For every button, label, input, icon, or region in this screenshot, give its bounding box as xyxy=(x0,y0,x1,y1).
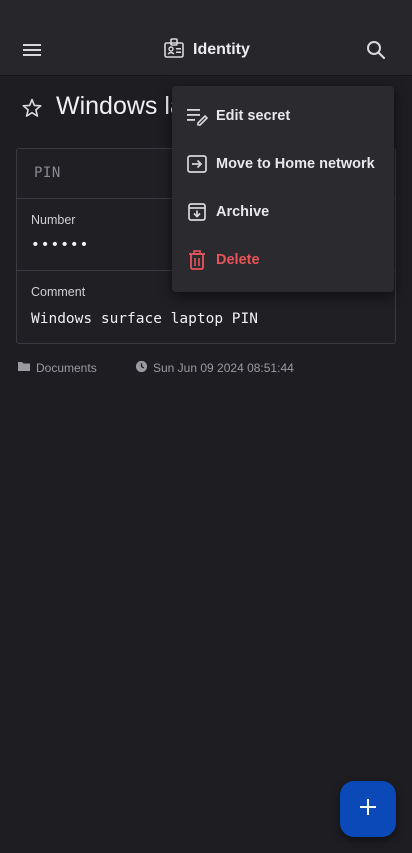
number-field-value[interactable]: •••••• xyxy=(31,237,89,253)
hamburger-menu-icon[interactable] xyxy=(16,34,48,66)
number-field-label: Number xyxy=(31,213,76,227)
plus-icon xyxy=(358,797,378,822)
menu-item-delete[interactable]: Delete xyxy=(172,236,394,284)
menu-item-move-to-home-network[interactable]: Move to Home network xyxy=(172,140,394,188)
modified-time-info: Sun Jun 09 2024 08:51:44 xyxy=(135,360,294,376)
trash-icon xyxy=(186,249,208,271)
search-icon[interactable] xyxy=(360,34,392,66)
comment-field-label: Comment xyxy=(31,285,86,299)
app-title-text: Identity xyxy=(193,41,250,58)
app-root: Identity Windows laptop PIN PIN Number •… xyxy=(0,0,412,853)
menu-item-archive[interactable]: Archive xyxy=(172,188,394,236)
menu-item-label: Move to Home network xyxy=(216,156,375,172)
folder-info[interactable]: Documents xyxy=(17,360,97,375)
secret-actions-menu: Edit secret Move to Home network Archive… xyxy=(172,86,394,292)
archive-icon xyxy=(186,201,208,223)
star-outline-icon[interactable] xyxy=(18,94,46,122)
folder-icon xyxy=(17,360,31,375)
modified-timestamp: Sun Jun 09 2024 08:51:44 xyxy=(153,361,294,375)
app-title: Identity xyxy=(163,37,250,64)
menu-item-label: Archive xyxy=(216,204,270,220)
menu-item-label: Edit secret xyxy=(216,108,291,124)
clock-icon xyxy=(135,360,148,376)
edit-lines-icon xyxy=(186,105,208,127)
add-secret-fab[interactable] xyxy=(340,781,396,837)
menu-item-edit-secret[interactable]: Edit secret xyxy=(172,92,394,140)
secret-type-label: PIN xyxy=(34,165,61,181)
comment-field-value[interactable]: Windows surface laptop PIN xyxy=(31,311,258,327)
folder-name: Documents xyxy=(36,360,97,375)
id-badge-icon xyxy=(163,37,185,64)
move-to-icon xyxy=(186,153,208,175)
top-app-bar: Identity xyxy=(0,0,412,76)
menu-item-label: Delete xyxy=(216,252,260,268)
